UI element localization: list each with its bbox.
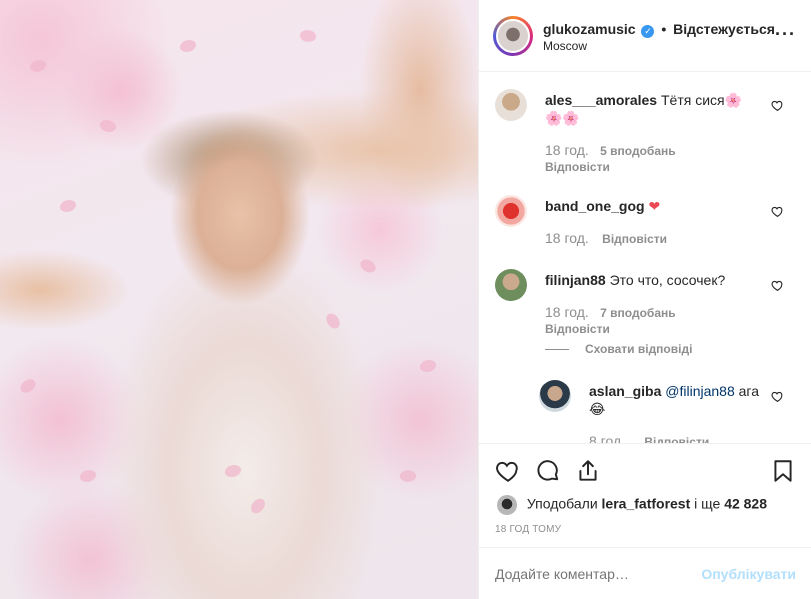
comment-like-heart-icon[interactable] (771, 99, 784, 112)
likes-summary: Уподобали lera_fatforest і ще 42 828 (497, 495, 767, 515)
commenter-avatar[interactable] (495, 195, 527, 227)
reply-meta: 8 год. Відповісти (589, 433, 709, 443)
reply-label: Відповісти (545, 322, 610, 336)
publish-button[interactable]: Опублікувати (701, 566, 796, 582)
reply-text: ага (738, 383, 760, 399)
post-photo[interactable] (0, 0, 478, 599)
reply-mention[interactable]: @filinjan88 (665, 383, 734, 399)
comment-body: ales___amorales Тётя сися🌸🌸🌸 (545, 91, 755, 127)
likes-prefix: Уподобали (526, 495, 598, 512)
post-timestamp[interactable]: 18 ГОД ТОМУ (495, 524, 561, 535)
comment-username[interactable]: filinjan88 (545, 272, 606, 288)
reply-button[interactable]: Відповісти (545, 160, 610, 174)
likes-count[interactable]: 42 828 (724, 496, 767, 512)
author-avatar[interactable] (496, 19, 530, 53)
post-panel: glukozamusic ✓ • Відстежується Moscow ··… (478, 0, 811, 599)
reply-button[interactable]: Відповісти (545, 322, 610, 336)
comment-icon[interactable] (535, 458, 561, 484)
likes-middle: і ще (694, 495, 721, 512)
reply-avatar[interactable] (539, 380, 571, 412)
comment-text: Тётя сися (660, 92, 725, 108)
reply-username[interactable]: aslan_giba (589, 383, 661, 399)
heart-outline-icon[interactable] (495, 458, 521, 484)
post-actions: Уподобали lera_fatforest і ще 42 828 18 … (479, 443, 811, 547)
comment-like-heart-icon[interactable] (771, 279, 784, 292)
liker-username[interactable]: lera_fatforest (602, 496, 691, 512)
comment-emoji: ❤ (648, 198, 661, 214)
reply-body: aslan_giba @filinjan88 ага 😂 (589, 382, 759, 418)
reply-time[interactable]: 8 год. (589, 433, 625, 443)
hide-replies-button[interactable]: Сховати відповіді (585, 342, 692, 356)
comment-time[interactable]: 18 год. (545, 230, 589, 246)
reply-button[interactable]: Відповісти (644, 435, 709, 443)
comment-text: Это что, сосочек? (609, 272, 726, 288)
comment-like-heart-icon[interactable] (771, 205, 784, 218)
share-icon[interactable] (575, 458, 601, 484)
verified-badge-icon: ✓ (641, 25, 655, 38)
author-line: glukozamusic ✓ • Відстежується (543, 21, 775, 38)
comment-meta: 18 год. 7 вподобань (545, 304, 676, 320)
post-location[interactable]: Moscow (543, 39, 587, 53)
commenter-avatar[interactable] (495, 269, 527, 301)
comment-meta: 18 год. 5 вподобань (545, 142, 676, 158)
author-username[interactable]: glukozamusic (543, 21, 636, 37)
comment-username[interactable]: ales___amorales (545, 92, 657, 108)
reply-emoji: 😂 (589, 401, 606, 417)
reply-label: Відповісти (545, 160, 610, 174)
comment-username[interactable]: band_one_gog (545, 198, 645, 214)
liker-avatar[interactable] (497, 495, 517, 515)
comment-time[interactable]: 18 год. (545, 142, 589, 158)
comment-likes[interactable]: 5 вподобань (600, 144, 675, 158)
comment-body: filinjan88 Это что, сосочек? (545, 271, 755, 289)
comment-body: band_one_gog ❤ (545, 197, 755, 215)
hide-replies-line (545, 349, 569, 350)
comment-time[interactable]: 18 год. (545, 304, 589, 320)
add-comment-bar: Опублікувати (479, 547, 811, 599)
comment-likes[interactable]: 7 вподобань (600, 306, 675, 320)
post-header: glukozamusic ✓ • Відстежується Moscow ··… (479, 0, 811, 72)
comment-input[interactable] (495, 566, 695, 582)
reply-button[interactable]: Відповісти (602, 232, 667, 246)
following-button[interactable]: Відстежується (673, 21, 775, 37)
comment-meta: 18 год. Відповісти (545, 230, 667, 246)
commenter-avatar[interactable] (495, 89, 527, 121)
more-options-icon[interactable]: ··· (775, 24, 796, 45)
comments-list[interactable]: ales___amorales Тётя сися🌸🌸🌸 18 год. 5 в… (479, 73, 811, 443)
separator-dot: • (661, 21, 667, 37)
reply-like-heart-icon[interactable] (771, 390, 784, 403)
bookmark-icon[interactable] (770, 458, 796, 484)
